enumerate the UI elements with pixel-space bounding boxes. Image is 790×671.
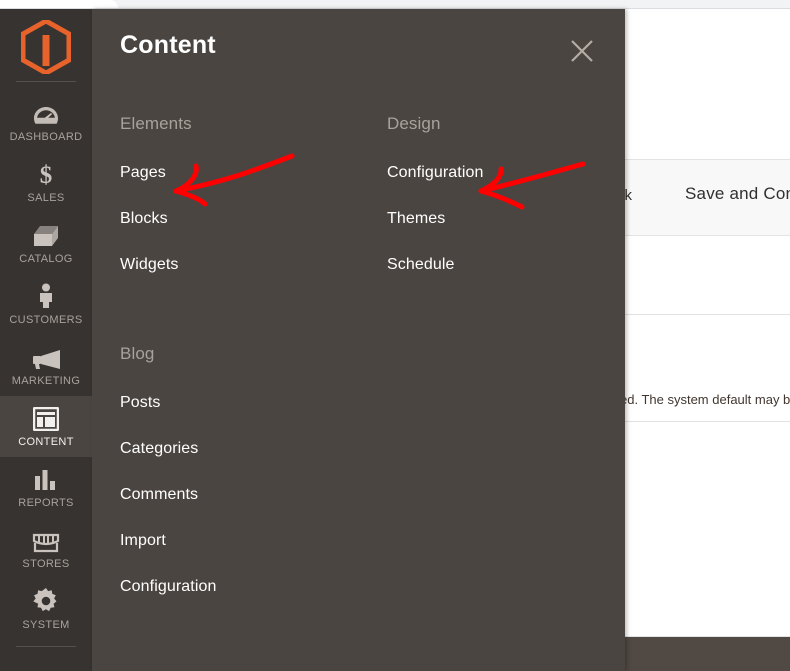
menu-column-elements: Elements Pages Blocks Widgets (120, 114, 360, 274)
sidebar-item-label: CATALOG (19, 253, 73, 265)
menu-link-categories[interactable]: Categories (120, 440, 360, 458)
content-divider-lower (625, 421, 790, 422)
menu-link-blocks[interactable]: Blocks (120, 210, 360, 228)
menu-link-import[interactable]: Import (120, 532, 360, 550)
megaphone-icon (31, 344, 61, 370)
admin-sidebar: DASHBOARD $ SALES CATALOG CUSTOMERS MARK… (0, 9, 92, 671)
sidebar-item-dashboard[interactable]: DASHBOARD (0, 91, 92, 152)
menu-title: Content (120, 31, 216, 59)
sidebar-item-label: SYSTEM (22, 619, 70, 631)
sidebar-item-label: CUSTOMERS (9, 314, 83, 326)
menu-link-themes[interactable]: Themes (387, 210, 607, 228)
sidebar-item-label: SALES (27, 192, 65, 204)
page-actions-toolbar: ck Save and Con (617, 159, 790, 236)
person-icon (37, 283, 55, 309)
sidebar-item-catalog[interactable]: CATALOG (0, 213, 92, 274)
menu-column-blog: Blog Posts Categories Comments Import Co… (120, 344, 360, 596)
sidebar-item-customers[interactable]: CUSTOMERS (0, 274, 92, 335)
menu-link-design-configuration[interactable]: Configuration (387, 164, 607, 182)
sidebar-item-marketing[interactable]: MARKETING (0, 335, 92, 396)
storefront-icon (32, 527, 60, 553)
browser-active-tab[interactable] (0, 0, 118, 8)
sidebar-item-find-partners[interactable] (0, 653, 92, 671)
sidebar-item-reports[interactable]: REPORTS (0, 457, 92, 518)
menu-link-schedule[interactable]: Schedule (387, 256, 607, 274)
sidebar-item-stores[interactable]: STORES (0, 518, 92, 579)
menu-column-heading: Blog (120, 344, 155, 363)
save-and-continue-button[interactable]: Save and Con (685, 184, 790, 204)
magento-logo[interactable] (0, 19, 92, 75)
dashboard-gauge-icon (33, 100, 59, 126)
sidebar-nav: DASHBOARD $ SALES CATALOG CUSTOMERS MARK… (0, 91, 92, 671)
sidebar-item-label: REPORTS (18, 497, 74, 509)
menu-link-posts[interactable]: Posts (120, 394, 360, 412)
svg-text:$: $ (40, 162, 53, 187)
sidebar-item-system[interactable]: SYSTEM (0, 579, 92, 640)
menu-column-design: Design Configuration Themes Schedule (387, 114, 607, 274)
dollar-sign-icon: $ (37, 161, 55, 187)
sidebar-item-label: DASHBOARD (9, 131, 83, 143)
browser-tabstrip (0, 0, 790, 8)
menu-link-comments[interactable]: Comments (120, 486, 360, 504)
content-divider-upper (625, 314, 790, 315)
close-icon[interactable] (565, 34, 599, 68)
menu-column-heading: Design (387, 114, 441, 133)
sidebar-logo-divider (16, 81, 76, 82)
sidebar-item-label: STORES (22, 558, 70, 570)
sidebar-bottom-divider (16, 646, 76, 647)
box-icon (32, 222, 60, 248)
gear-icon (33, 588, 59, 614)
content-menu-panel: Content Elements Pages Blocks Widgets De… (92, 9, 625, 671)
browser-chrome-strip (0, 0, 790, 9)
page-footer-band (625, 636, 790, 671)
menu-column-heading: Elements (120, 114, 192, 133)
menu-link-widgets[interactable]: Widgets (120, 256, 360, 274)
sidebar-item-label: CONTENT (18, 436, 74, 448)
bar-chart-icon (33, 466, 59, 492)
sidebar-item-content[interactable]: CONTENT (0, 396, 92, 457)
menu-link-blog-configuration[interactable]: Configuration (120, 578, 360, 596)
screenshot-root: ck Save and Con ed. The system default m… (0, 0, 790, 671)
sidebar-item-label: MARKETING (11, 375, 81, 387)
layout-window-icon (33, 405, 59, 431)
menu-link-pages[interactable]: Pages (120, 164, 360, 182)
system-default-note: ed. The system default may b (620, 392, 790, 407)
sidebar-item-sales[interactable]: $ SALES (0, 152, 92, 213)
